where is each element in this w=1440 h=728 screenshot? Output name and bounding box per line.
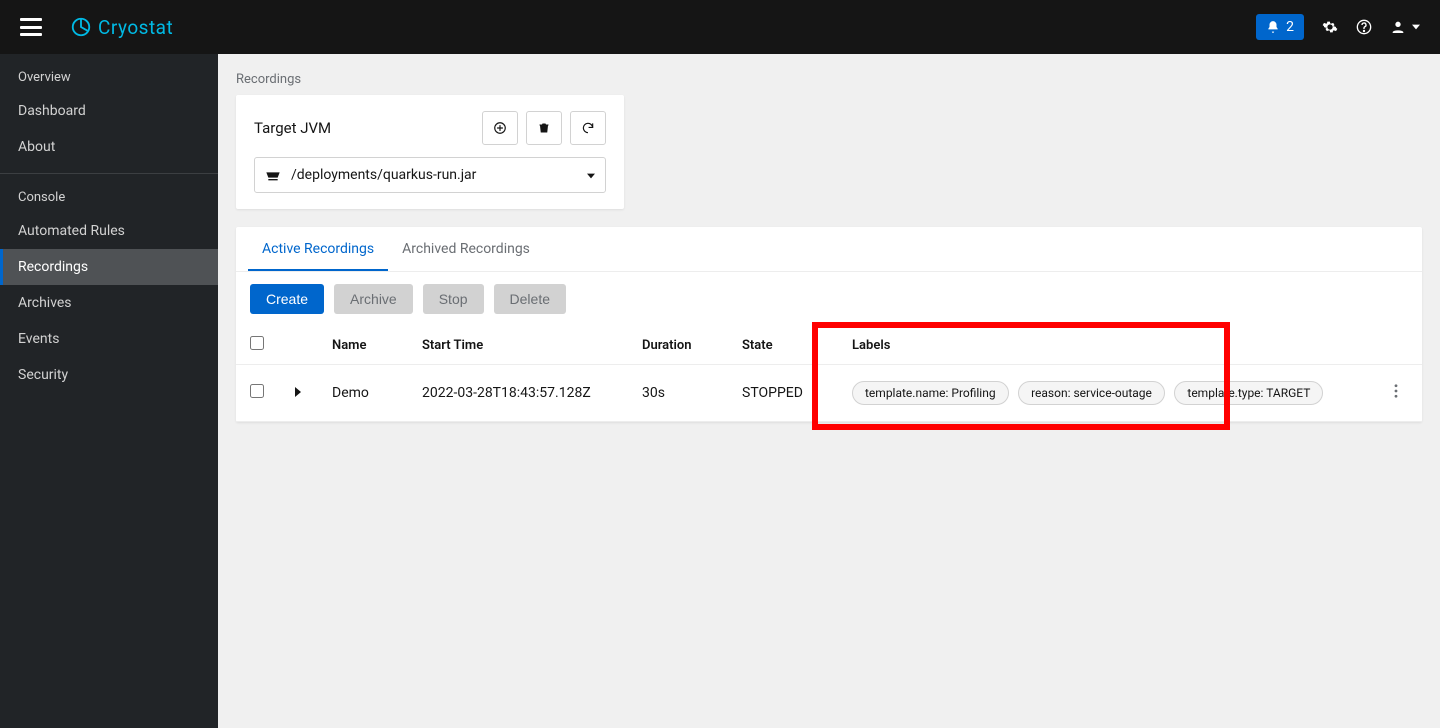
label-chip: template.type: TARGET — [1174, 381, 1323, 405]
chevron-right-icon — [294, 387, 302, 397]
caret-down-icon — [1412, 23, 1420, 31]
cell-start: 2022-03-28T18:43:57.128Z — [408, 365, 628, 422]
row-actions-button[interactable] — [1386, 382, 1406, 406]
archive-button[interactable]: Archive — [334, 284, 413, 314]
main-content: Recordings Target JVM — [218, 54, 1440, 728]
recordings-table: Name Start Time Duration State Labels — [236, 326, 1422, 422]
kebab-icon — [1394, 384, 1398, 398]
delete-target-button[interactable] — [526, 111, 562, 145]
target-select[interactable]: /deployments/quarkus-run.jar — [254, 157, 606, 193]
sidebar: Overview Dashboard About Console Automat… — [0, 54, 218, 728]
brand-text: Cryostat — [98, 16, 173, 39]
help-button[interactable] — [1356, 19, 1372, 35]
notifications-count: 2 — [1286, 19, 1294, 35]
target-jvm-card: Target JVM /deployments/qu — [236, 95, 624, 209]
table-row: Demo 2022-03-28T18:43:57.128Z 30s STOPPE… — [236, 365, 1422, 422]
topbar: Cryostat 2 — [0, 0, 1440, 54]
tab-archived-recordings[interactable]: Archived Recordings — [388, 227, 544, 271]
sidebar-item-recordings[interactable]: Recordings — [0, 249, 218, 285]
expand-row-button[interactable] — [294, 385, 302, 401]
cell-state: STOPPED — [728, 365, 838, 422]
column-name: Name — [318, 326, 408, 365]
caret-down-icon — [587, 167, 595, 183]
recordings-card: Active Recordings Archived Recordings Cr… — [236, 227, 1422, 422]
cell-labels: template.name: Profiling reason: service… — [838, 365, 1372, 422]
sidebar-item-events[interactable]: Events — [0, 321, 218, 357]
column-labels: Labels — [838, 326, 1372, 365]
sidebar-item-archives[interactable]: Archives — [0, 285, 218, 321]
label-chip: template.name: Profiling — [852, 381, 1009, 405]
plus-circle-icon — [493, 121, 507, 135]
recordings-toolbar: Create Archive Stop Delete — [236, 272, 1422, 326]
menu-toggle[interactable] — [20, 18, 42, 36]
column-start: Start Time — [408, 326, 628, 365]
target-jvm-title: Target JVM — [254, 119, 331, 137]
label-chip: reason: service-outage — [1018, 381, 1165, 405]
bell-icon — [1266, 20, 1280, 34]
user-menu[interactable] — [1390, 19, 1420, 35]
user-icon — [1390, 19, 1406, 35]
add-target-button[interactable] — [482, 111, 518, 145]
create-button[interactable]: Create — [250, 284, 324, 314]
container-icon — [265, 169, 281, 181]
target-select-value: /deployments/quarkus-run.jar — [291, 167, 476, 183]
delete-button[interactable]: Delete — [494, 284, 566, 314]
cell-duration: 30s — [628, 365, 728, 422]
select-all-checkbox[interactable] — [250, 336, 264, 350]
column-duration: Duration — [628, 326, 728, 365]
refresh-target-button[interactable] — [570, 111, 606, 145]
refresh-icon — [581, 121, 595, 135]
gear-icon — [1322, 19, 1338, 35]
topbar-right: 2 — [1256, 14, 1420, 40]
sidebar-item-about[interactable]: About — [0, 129, 218, 165]
settings-button[interactable] — [1322, 19, 1338, 35]
brand-icon — [70, 16, 92, 38]
tab-active-recordings[interactable]: Active Recordings — [248, 227, 388, 271]
sidebar-item-automated-rules[interactable]: Automated Rules — [0, 213, 218, 249]
sidebar-item-security[interactable]: Security — [0, 357, 218, 393]
cell-name: Demo — [318, 365, 408, 422]
breadcrumb: Recordings — [218, 54, 1440, 95]
stop-button[interactable]: Stop — [423, 284, 484, 314]
sidebar-section-overview[interactable]: Overview — [0, 62, 218, 93]
tabs: Active Recordings Archived Recordings — [236, 227, 1422, 272]
column-state: State — [728, 326, 838, 365]
sidebar-section-console[interactable]: Console — [0, 182, 218, 213]
trash-icon — [538, 121, 550, 135]
brand[interactable]: Cryostat — [70, 16, 173, 39]
sidebar-item-dashboard[interactable]: Dashboard — [0, 93, 218, 129]
help-icon — [1356, 19, 1372, 35]
notifications-button[interactable]: 2 — [1256, 14, 1304, 40]
row-checkbox[interactable] — [250, 384, 264, 398]
